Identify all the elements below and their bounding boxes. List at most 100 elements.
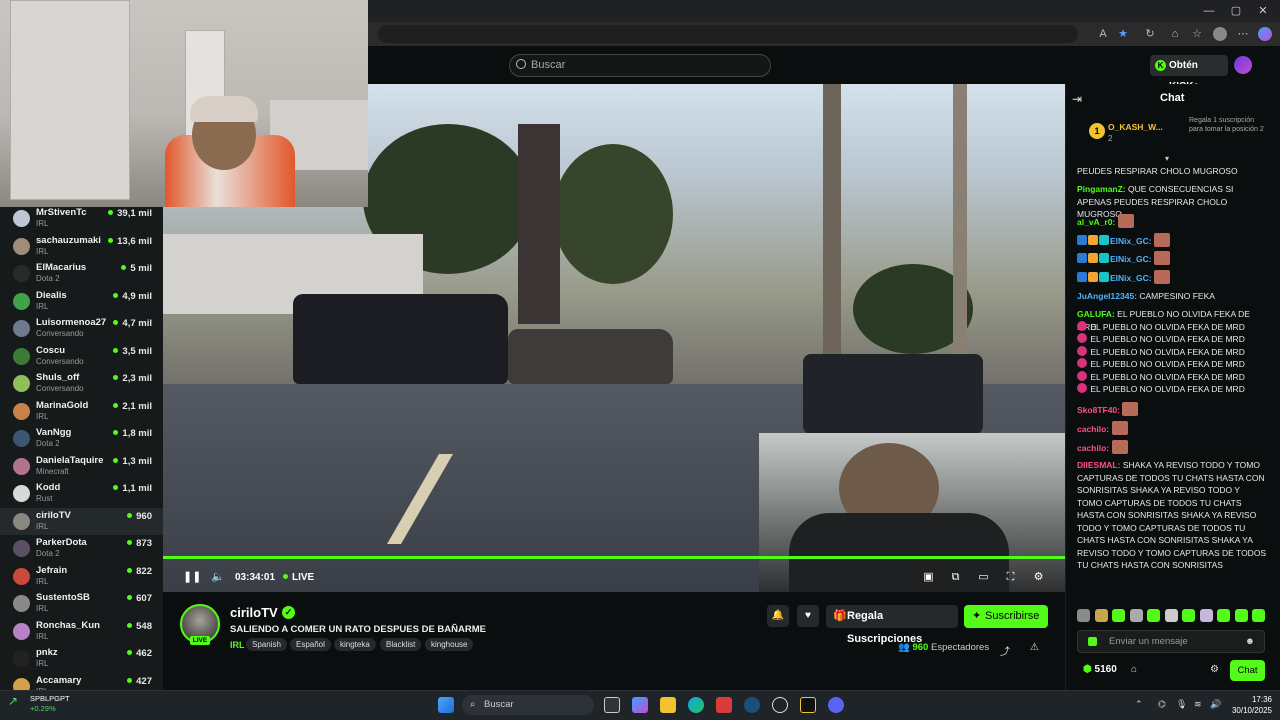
settings-gear-icon[interactable]: ⚙ — [1033, 572, 1044, 583]
chat-username[interactable]: ElNix_GC: — [1110, 273, 1152, 283]
volume-icon[interactable]: 🔈 — [211, 572, 225, 583]
tag-chip[interactable]: Español — [290, 638, 331, 651]
user-avatar[interactable] — [1234, 56, 1252, 74]
sidebar-channel-row[interactable]: Jefrain IRL 822 — [0, 563, 163, 591]
emoji-picker-icon[interactable]: ☻ — [1245, 631, 1255, 652]
search-input[interactable]: Buscar — [509, 54, 771, 77]
pip-icon[interactable]: ▣ — [923, 572, 934, 583]
sidebar-channel-row[interactable]: Shuls_off Conversando 2,3 mil — [0, 370, 163, 398]
address-bar[interactable] — [378, 25, 1078, 43]
channel-points[interactable]: ⬢ 5160 — [1083, 664, 1117, 675]
favorites-icon[interactable]: ☆ — [1190, 27, 1204, 41]
maximize-icon[interactable]: ▢ — [1222, 3, 1250, 19]
quick-emote-icon[interactable] — [1182, 609, 1195, 622]
close-window-icon[interactable]: ✕ — [1249, 3, 1277, 19]
chat-username[interactable]: PingamanZ: — [1077, 184, 1126, 194]
leader-username[interactable]: O_KASH_W... — [1108, 122, 1163, 132]
tag-chip[interactable]: kingteka — [334, 638, 376, 651]
task-view-icon[interactable] — [604, 697, 620, 713]
discord-icon[interactable] — [828, 697, 844, 713]
rewards-icon[interactable]: ⌂ — [1131, 664, 1137, 675]
network-icon[interactable]: ⌬ — [1158, 699, 1166, 710]
copilot-app-icon[interactable] — [632, 697, 648, 713]
sidebar-channel-row[interactable]: pnkz IRL 462 — [0, 645, 163, 673]
copilot-icon[interactable] — [1258, 27, 1272, 41]
tray-overflow-icon[interactable]: ⌃ — [1135, 699, 1143, 710]
chat-username[interactable]: GALUFA: — [1077, 309, 1115, 319]
sidebar-channel-row[interactable]: SustentoSB IRL 607 — [0, 590, 163, 618]
obs-icon[interactable] — [772, 697, 788, 713]
sidebar-channel-row[interactable]: Luisormenoa27 Conversando 4,7 mil — [0, 315, 163, 343]
fullscreen-icon[interactable]: ⛶ — [1005, 572, 1016, 583]
steam-icon[interactable] — [744, 697, 760, 713]
refresh-icon[interactable]: ↻ — [1143, 27, 1157, 41]
taskbar-search[interactable]: ⌕ Buscar — [462, 695, 594, 715]
profile-icon[interactable] — [1213, 27, 1227, 41]
sidebar-channel-row[interactable]: AccamaryIRL427 — [0, 673, 163, 690]
chat-username[interactable]: ElNix_GC: — [1110, 236, 1152, 246]
quick-emote-icon[interactable] — [1077, 609, 1090, 622]
sidebar-channel-row[interactable]: Kodd Rust 1,1 mil — [0, 480, 163, 508]
chat-username[interactable]: DIIESMAL: — [1077, 460, 1120, 470]
notification-bell-button[interactable]: 🔔 — [767, 605, 789, 627]
gift-subs-button[interactable]: 🎁 Regala Suscripciones — [826, 605, 958, 645]
system-clock[interactable]: 17:36 30/10/2025 — [1224, 694, 1272, 716]
read-aloud-icon[interactable]: A — [1096, 27, 1110, 41]
report-icon[interactable]: ⚠ — [1030, 642, 1039, 653]
quick-emote-icon[interactable] — [1147, 609, 1160, 622]
stock-ticker-widget[interactable]: ↗ SPBLPGPT +0.29% — [8, 694, 70, 714]
get-kicks-button[interactable]: K Obtén KICKs — [1150, 55, 1228, 92]
chat-emote-icon[interactable] — [1088, 637, 1097, 646]
quick-emote-icon[interactable] — [1217, 609, 1230, 622]
collapse-chat-icon[interactable]: ⇥ — [1072, 92, 1082, 106]
chat-settings-gear-icon[interactable]: ⚙ — [1210, 664, 1219, 675]
sidebar-channel-row[interactable]: MarinaGold IRL 2,1 mil — [0, 398, 163, 426]
theater-mode-icon[interactable]: ▭ — [978, 572, 989, 583]
favorite-star-icon[interactable]: ★ — [1116, 27, 1130, 41]
channel-name[interactable]: ciriloTV — [230, 605, 278, 620]
chat-username[interactable]: cachilo: — [1077, 443, 1109, 453]
edge-browser-icon[interactable] — [688, 697, 704, 713]
sidebar-channel-row[interactable]: ciriloTV IRL 960 — [0, 507, 163, 535]
sidebar-channel-row[interactable]: ElMacarius Dota 2 5 mil — [0, 260, 163, 288]
wifi-icon[interactable]: ≋ — [1194, 699, 1202, 710]
more-menu-icon[interactable]: ⋯ — [1236, 27, 1250, 41]
microphone-icon[interactable]: 🎙 — [1176, 699, 1187, 710]
tag-chip[interactable]: Blacklist — [380, 638, 422, 651]
sidebar-channel-row[interactable]: Coscu Conversando 3,5 mil — [0, 343, 163, 371]
minimize-icon[interactable]: — — [1195, 3, 1223, 19]
progress-bar[interactable] — [163, 556, 1065, 559]
windows-start-icon[interactable] — [438, 697, 454, 713]
sidebar-channel-row[interactable]: Ronchas_Kun IRL 548 — [0, 618, 163, 646]
volume-tray-icon[interactable]: 🔊 — [1210, 699, 1221, 710]
sidebar-channel-row[interactable]: ParkerDota Dota 2 873 — [0, 535, 163, 563]
chat-username[interactable]: Sko8TF40: — [1077, 405, 1120, 415]
sidebar-channel-row[interactable]: DanielaTaquire Minecraft 1,3 mil — [0, 453, 163, 481]
tag-chip[interactable]: kinghouse — [425, 638, 474, 651]
follow-heart-button[interactable]: ♥ — [797, 605, 819, 627]
quick-emote-icon[interactable] — [1164, 609, 1178, 622]
sidebar-channel-row[interactable]: MrStivenTc IRL 39,1 mil — [0, 207, 163, 233]
quick-emote-icon[interactable] — [1094, 609, 1108, 622]
quick-emote-icon[interactable] — [1199, 609, 1213, 622]
chat-username[interactable]: cachilo: — [1077, 424, 1109, 434]
quick-emote-icon[interactable] — [1234, 609, 1248, 622]
share-icon[interactable]: ⤴ — [1000, 643, 1010, 658]
expand-chevron-icon[interactable]: ▾ — [1165, 154, 1169, 163]
chat-input[interactable]: Enviar un mensaje ☻ — [1077, 630, 1265, 653]
pause-icon[interactable]: ❚❚ — [183, 572, 201, 583]
quick-emote-icon[interactable] — [1129, 609, 1143, 622]
extensions-icon[interactable]: ⌂ — [1168, 27, 1182, 41]
file-explorer-icon[interactable] — [660, 697, 676, 713]
category-link[interactable]: IRL — [230, 640, 245, 650]
quick-emote-icon[interactable] — [1252, 609, 1265, 622]
sidebar-channel-row[interactable]: Diealis IRL 4,9 mil — [0, 288, 163, 316]
app-icon[interactable] — [800, 697, 816, 713]
chat-username[interactable]: ElNix_GC: — [1110, 254, 1152, 264]
sidebar-channel-row[interactable]: VanNgg Dota 2 1,8 mil — [0, 425, 163, 453]
sidebar-channel-row[interactable]: sachauzumaki IRL 13,6 mil — [0, 233, 163, 261]
clip-icon[interactable]: ⧉ — [950, 572, 961, 583]
chat-send-button[interactable]: Chat — [1230, 660, 1265, 681]
app-icon[interactable] — [716, 697, 732, 713]
subscribe-button[interactable]: ✦ Suscribirse — [964, 605, 1048, 628]
